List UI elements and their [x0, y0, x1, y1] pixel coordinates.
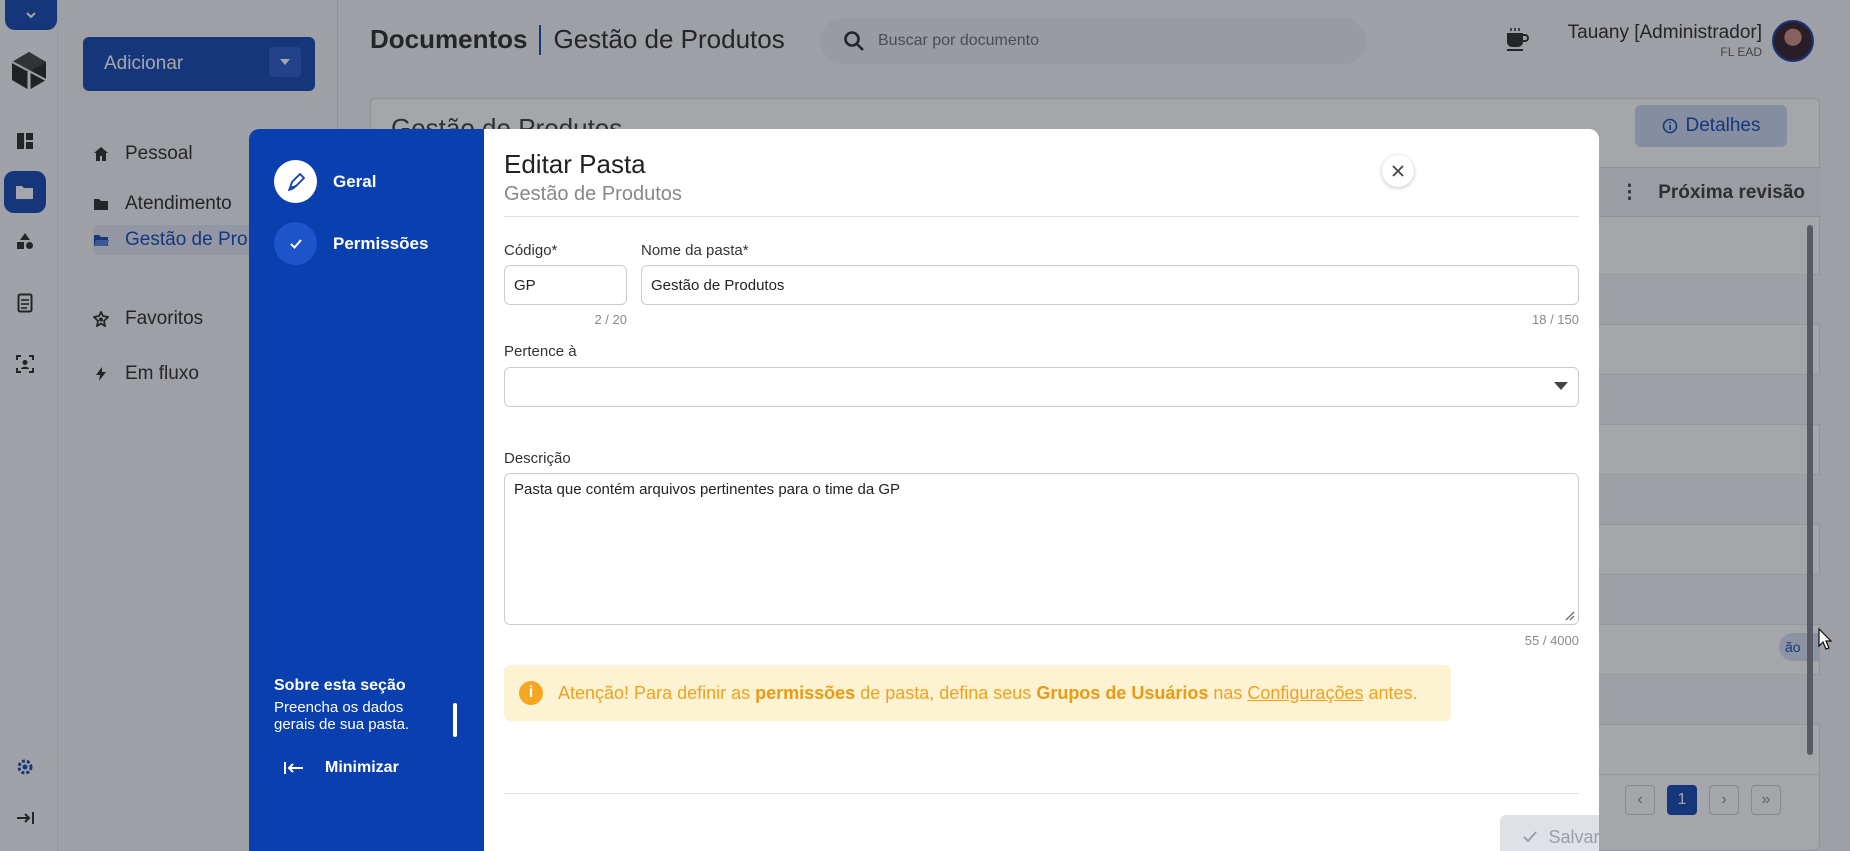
step-label: Permissões [333, 233, 429, 253]
parent-folder-select[interactable] [504, 367, 1579, 407]
step-indicator [274, 222, 317, 265]
step-label: Geral [333, 171, 377, 191]
parent-label: Pertence à [504, 343, 577, 360]
folder-name-char-counter: 18 / 150 [1532, 312, 1579, 327]
modal-steps-panel: Geral Permissões Sobre esta seção Preenc… [249, 129, 484, 851]
close-button[interactable] [1382, 155, 1414, 187]
alert-text-bold: Grupos de Usuários [1036, 682, 1209, 703]
section-info-title: Sobre esta seção [274, 677, 406, 694]
alert-text-part: de pasta, defina seus [855, 682, 1037, 703]
step-indicator [274, 160, 317, 203]
step-permissoes[interactable]: Permissões [274, 222, 428, 265]
resize-grip-icon[interactable] [1565, 611, 1575, 621]
modal-subtitle: Gestão de Produtos [504, 183, 682, 205]
description-field[interactable]: Pasta que contém arquivos pertinentes pa… [504, 473, 1579, 625]
alert-text-part: Atenção! Para definir as [558, 682, 756, 703]
save-label: Salvar [1548, 826, 1599, 847]
section-info: Sobre esta seção Preencha os dados gerai… [274, 677, 444, 733]
description-char-counter: 55 / 4000 [1524, 633, 1579, 648]
alert-text-part: nas [1208, 682, 1248, 703]
arrow-collapse-left-icon [284, 762, 303, 774]
code-label: Código* [504, 242, 558, 259]
description-value: Pasta que contém arquivos pertinentes pa… [514, 481, 901, 498]
edit-folder-modal: Geral Permissões Sobre esta seção Preenc… [249, 129, 1599, 851]
section-info-description: Preencha os dados gerais de sua pasta. [274, 699, 410, 733]
permissions-alert: i Atenção! Para definir as permissões de… [504, 665, 1451, 721]
alert-text: Atenção! Para definir as permissões de p… [558, 683, 1418, 704]
alert-text-bold: permissões [755, 682, 856, 703]
mouse-pointer-icon [1818, 628, 1832, 650]
info-icon: i [519, 681, 543, 705]
dropdown-arrow-icon [1554, 382, 1568, 390]
alert-text-part: antes. [1363, 682, 1418, 703]
folder-name-value: Gestão de Produtos [651, 276, 785, 294]
step-geral[interactable]: Geral [274, 160, 376, 203]
minimize-label: Minimizar [325, 759, 399, 776]
code-field[interactable]: GP [504, 265, 627, 305]
folder-name-field[interactable]: Gestão de Produtos [641, 265, 1579, 305]
check-icon [1523, 831, 1538, 843]
section-info-scrollbar[interactable] [453, 703, 457, 737]
footer-divider [504, 793, 1579, 794]
pencil-icon [287, 172, 305, 191]
code-char-counter: 2 / 20 [594, 312, 627, 327]
folder-name-label: Nome da pasta* [641, 242, 749, 259]
minimize-button[interactable]: Minimizar [283, 759, 399, 777]
close-icon [1392, 165, 1404, 177]
modal-title: Editar Pasta [504, 149, 646, 179]
description-label: Descrição [504, 450, 571, 467]
check-icon [289, 238, 302, 249]
app-root: Adicionar Pessoal Atendimento Gestão de … [0, 0, 1850, 851]
modal-form: Editar Pasta Gestão de Produtos Código* … [484, 129, 1599, 851]
code-value: GP [514, 276, 536, 294]
header-divider [504, 216, 1579, 217]
settings-link[interactable]: Configurações [1247, 683, 1363, 703]
save-button[interactable]: Salvar [1500, 815, 1599, 851]
